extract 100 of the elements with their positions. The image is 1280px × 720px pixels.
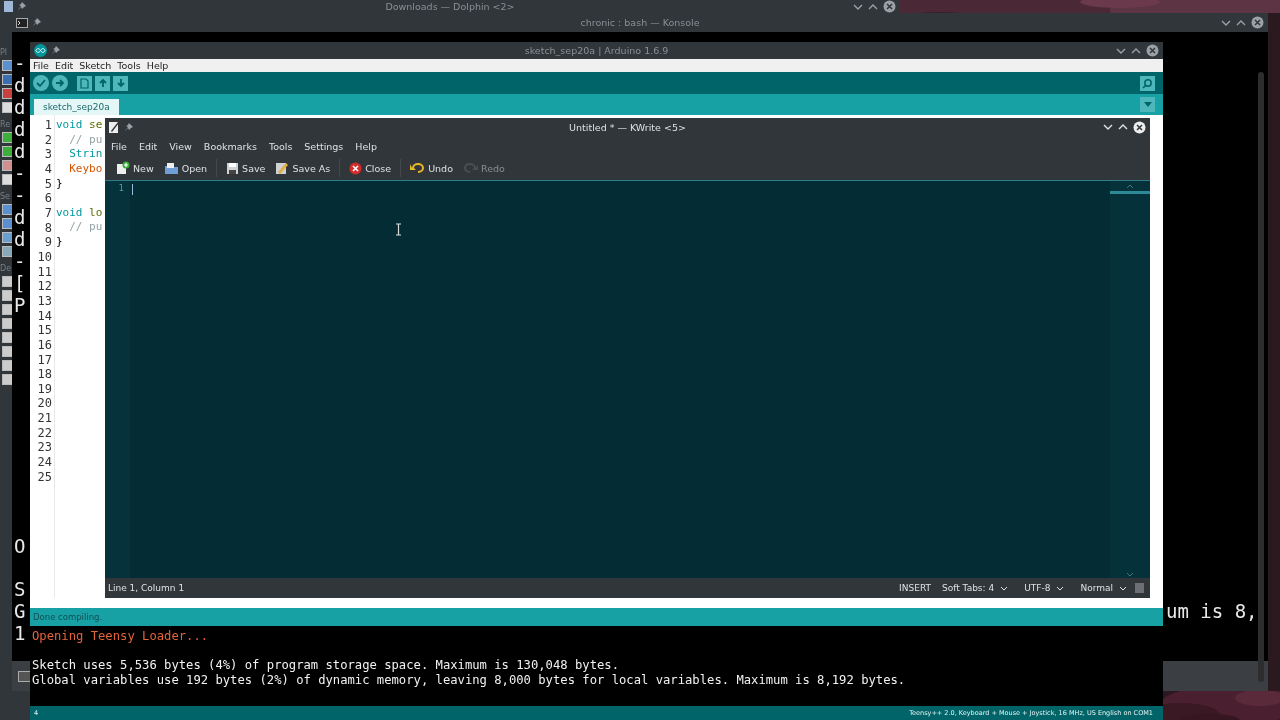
window-title: Downloads — Dolphin <2> [385,1,515,12]
text-editor[interactable]: 1 [105,180,1150,578]
close-icon[interactable] [883,0,896,13]
menu-item[interactable]: Tools [117,60,141,71]
menu-item[interactable]: Tools [268,140,299,152]
menu-item[interactable]: Edit [138,140,164,152]
menu-item[interactable]: Sketch [79,60,112,71]
input-mode-dropdown[interactable]: Normal [1080,583,1127,593]
line-number: 8 [44,220,52,236]
pin-icon[interactable] [32,18,41,27]
toolbar-button[interactable]: Close [344,158,397,178]
code-text: Strin [68,147,103,162]
place-icon[interactable] [2,318,13,329]
terminal-text: d [14,206,26,228]
place-icon[interactable] [2,102,13,113]
place-icon[interactable] [2,88,13,99]
menu-item[interactable]: View [169,140,198,152]
pencil-icon [275,161,290,175]
verify-button[interactable] [33,75,49,91]
menu-item[interactable]: File [111,140,133,152]
close-icon[interactable] [1146,44,1159,57]
pin-icon[interactable] [124,122,133,132]
menu-item[interactable]: Help [146,60,169,71]
tab-menu-button[interactable] [1140,97,1155,112]
toolbar-button[interactable]: Save As [270,158,336,178]
maximize-icon[interactable] [1131,46,1141,55]
place-icon[interactable] [2,304,13,315]
menu-item[interactable]: Settings [304,140,350,152]
toolbar-button[interactable]: Open [158,158,213,178]
scrollbar[interactable] [1258,72,1264,682]
toolbar-button[interactable]: Save [221,158,271,178]
undo-icon [410,162,426,174]
pin-icon[interactable] [17,2,26,11]
place-icon[interactable] [2,290,13,301]
toolbar-button[interactable]: Undo [405,158,458,178]
code-text: Keybo [68,161,103,177]
place-icon[interactable] [2,204,13,215]
maximize-icon[interactable] [868,2,878,11]
code-text: lo [88,205,103,221]
minimize-icon[interactable] [853,2,863,11]
editor-tab[interactable]: sketch_sep20a [34,99,119,115]
console-line: Opening Teensy Loader... [32,629,209,644]
minimize-icon[interactable] [1116,46,1126,55]
line-number: 7 [44,205,52,221]
menu-item[interactable]: File [33,60,49,71]
terminal-text: G [14,600,26,622]
line-number: 15 [37,323,52,338]
line-number: 19 [37,381,52,397]
arrow-down-icon [115,78,126,88]
indent-dropdown[interactable]: Soft Tabs: 4 [942,583,1009,593]
toolbar-button[interactable]: New [111,158,159,178]
pin-icon[interactable] [51,46,60,55]
menu-item[interactable]: Bookmarks [203,140,263,152]
new-button[interactable] [77,75,92,91]
terminal-text: d [14,96,26,118]
place-icon[interactable] [2,346,13,357]
new-document-icon [116,161,130,175]
maximize-icon[interactable] [1236,18,1246,27]
line-number: 6 [44,191,52,206]
console-line: Sketch uses 5,536 bytes (4%) of program storage space. Maximum is 130,048 bytes. [32,658,619,673]
floppy-icon [226,161,240,175]
place-icon[interactable] [2,374,13,385]
redo-icon [462,162,478,174]
minimize-icon[interactable] [1221,18,1231,27]
serial-monitor-button[interactable] [1140,75,1155,91]
place-icon[interactable] [2,60,13,71]
encoding-dropdown[interactable]: UTF-8 [1024,583,1065,593]
upload-button[interactable] [52,75,68,91]
place-icon[interactable] [2,74,13,85]
check-icon [36,78,46,88]
close-icon[interactable] [1251,16,1264,29]
save-button[interactable] [113,75,128,91]
window-title: chronic : bash — Konsole [580,17,700,28]
arrow-up-icon [97,78,108,88]
place-icon[interactable] [2,146,13,157]
triangle-down-icon [1143,102,1152,107]
menu-item[interactable]: Edit [54,60,74,71]
line-number: 11 [37,264,52,280]
terminal-text: S [14,578,26,600]
line-number: 25 [37,469,52,485]
place-icon[interactable] [2,246,13,257]
scroll-marker [1110,191,1150,194]
window-title: sketch_sep20a | Arduino 1.6.9 [524,45,669,56]
place-icon[interactable] [2,174,13,185]
close-icon [349,161,363,175]
place-icon[interactable] [2,218,13,229]
line-number: 20 [37,396,52,412]
place-icon[interactable] [2,132,13,143]
place-icon[interactable] [2,276,13,287]
open-button[interactable] [95,75,110,91]
place-icon[interactable] [2,360,13,371]
close-icon[interactable] [1133,120,1146,134]
code-text: // pu [68,132,103,148]
menu-item[interactable]: Help [355,140,383,152]
code-text: se [88,118,103,133]
place-icon[interactable] [2,332,13,343]
terminal-icon[interactable] [18,670,31,682]
place-icon[interactable] [2,232,13,243]
place-icon[interactable] [2,160,13,171]
line-number: 23 [37,440,52,456]
